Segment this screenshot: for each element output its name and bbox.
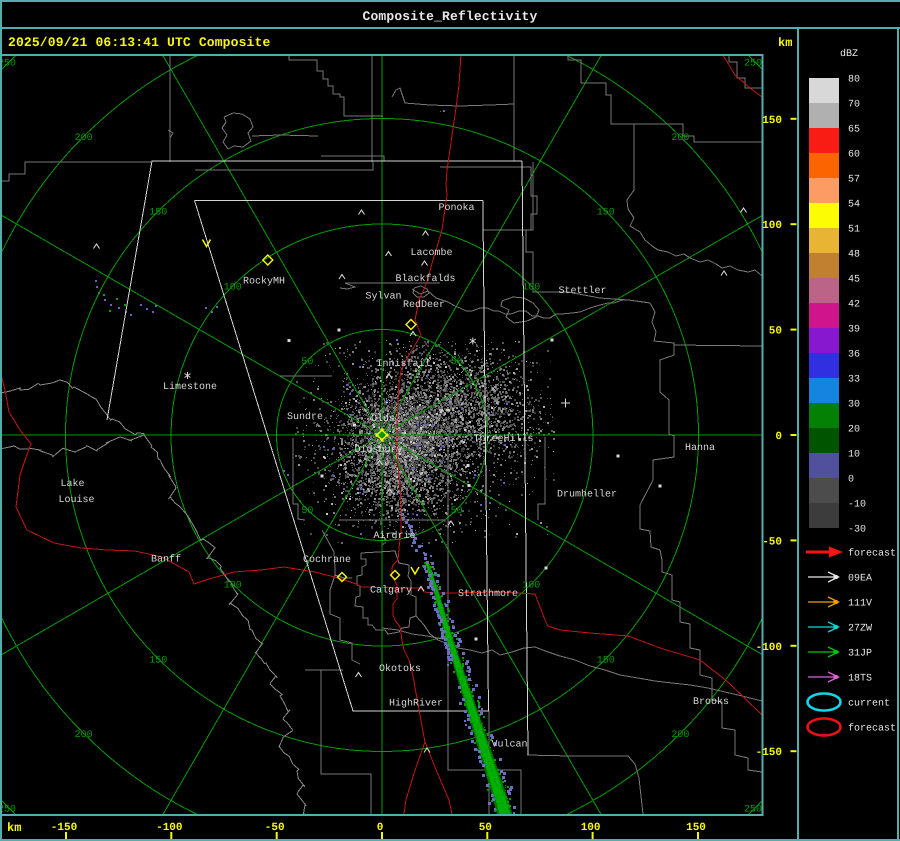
svg-text:50: 50 [769, 326, 782, 338]
svg-text:Stettler: Stettler [559, 285, 607, 297]
svg-text:km: km [7, 821, 21, 835]
svg-text:Okotoks: Okotoks [379, 663, 421, 675]
svg-text:Strathmore: Strathmore [458, 588, 518, 600]
svg-text:111V: 111V [848, 599, 872, 610]
svg-text:Didsbury: Didsbury [355, 444, 403, 456]
svg-text:50: 50 [479, 822, 492, 834]
svg-text:10: 10 [848, 450, 860, 461]
svg-text:200: 200 [671, 730, 689, 741]
svg-text:100: 100 [522, 282, 540, 293]
svg-text:RedDeer: RedDeer [403, 299, 445, 311]
svg-text:Ponoka: Ponoka [439, 202, 475, 214]
svg-text:150: 150 [597, 208, 615, 219]
svg-text:57: 57 [848, 175, 860, 186]
svg-text:Olds: Olds [371, 413, 395, 425]
svg-text:60: 60 [848, 150, 860, 161]
svg-text:Brooks: Brooks [693, 696, 729, 708]
svg-text:70: 70 [848, 100, 860, 111]
svg-text:150: 150 [762, 115, 782, 127]
svg-text:RockyMH: RockyMH [243, 276, 285, 288]
svg-text:250: 250 [0, 59, 16, 70]
svg-text:200: 200 [671, 133, 689, 144]
svg-text:Drumheller: Drumheller [557, 489, 617, 501]
svg-text:Composite_Reflectivity: Composite_Reflectivity [363, 9, 538, 24]
svg-text:250: 250 [0, 805, 16, 816]
svg-text:31JP: 31JP [848, 649, 872, 660]
svg-text:-150: -150 [756, 747, 782, 759]
svg-text:36: 36 [848, 350, 860, 361]
svg-text:Louise: Louise [59, 494, 95, 506]
svg-text:48: 48 [848, 250, 860, 261]
svg-text:150: 150 [686, 822, 706, 834]
svg-text:Limestone: Limestone [163, 381, 217, 393]
svg-text:current: current [848, 699, 890, 710]
svg-text:27ZW: 27ZW [848, 624, 872, 635]
svg-text:-50: -50 [762, 536, 782, 548]
svg-text:100: 100 [581, 822, 601, 834]
svg-text:2025/09/21 06:13:41 UTC Compos: 2025/09/21 06:13:41 UTC Composite [8, 35, 270, 50]
svg-text:Blackfalds: Blackfalds [396, 273, 456, 285]
svg-text:Vulcan: Vulcan [492, 739, 528, 751]
svg-text:80: 80 [848, 75, 860, 86]
svg-text:33: 33 [848, 375, 860, 386]
svg-text:50: 50 [301, 357, 313, 368]
svg-text:Airdrie: Airdrie [374, 530, 416, 542]
svg-text:150: 150 [597, 655, 615, 666]
svg-text:-10: -10 [848, 500, 866, 511]
svg-text:50: 50 [451, 357, 463, 368]
svg-text:Sylvan: Sylvan [366, 291, 402, 303]
svg-text:42: 42 [848, 300, 860, 311]
svg-text:Calgary: Calgary [370, 585, 412, 597]
svg-text:65: 65 [848, 125, 860, 136]
svg-text:100: 100 [762, 220, 782, 232]
svg-text:0: 0 [775, 431, 782, 443]
svg-text:forecast: forecast [848, 723, 896, 735]
svg-text:Banff: Banff [151, 554, 181, 566]
svg-text:Hanna: Hanna [685, 443, 715, 454]
svg-text:30: 30 [848, 400, 860, 411]
svg-text:150: 150 [149, 208, 167, 219]
svg-text:100: 100 [224, 282, 242, 293]
svg-text:-100: -100 [156, 822, 182, 834]
svg-text:45: 45 [848, 275, 860, 286]
svg-text:Lacombe: Lacombe [411, 247, 453, 259]
svg-text:ThreeHills: ThreeHills [474, 433, 534, 445]
svg-text:100: 100 [522, 581, 540, 592]
svg-text:-100: -100 [756, 642, 782, 654]
svg-text:Sundre: Sundre [287, 411, 323, 423]
svg-text:54: 54 [848, 200, 860, 211]
svg-text:-50: -50 [265, 822, 285, 834]
svg-text:-150: -150 [51, 822, 77, 834]
svg-text:250: 250 [744, 805, 762, 816]
svg-text:50: 50 [301, 506, 313, 517]
svg-text:200: 200 [75, 133, 93, 144]
svg-text:forecast: forecast [848, 548, 896, 560]
svg-text:Cochrane: Cochrane [303, 554, 351, 566]
svg-text:50: 50 [451, 506, 463, 517]
svg-text:09EA: 09EA [848, 574, 872, 585]
svg-text:HighRiver: HighRiver [389, 698, 443, 710]
svg-text:dBZ: dBZ [840, 48, 858, 60]
svg-text:200: 200 [75, 730, 93, 741]
svg-text:-30: -30 [848, 525, 866, 536]
svg-text:18TS: 18TS [848, 674, 872, 685]
svg-text:250: 250 [744, 59, 762, 70]
svg-text:51: 51 [848, 225, 860, 236]
svg-text:150: 150 [149, 655, 167, 666]
svg-text:0: 0 [848, 475, 854, 486]
svg-text:20: 20 [848, 425, 860, 436]
svg-text:km: km [778, 36, 792, 50]
svg-text:39: 39 [848, 325, 860, 336]
svg-text:Lake: Lake [61, 478, 85, 490]
svg-text:100: 100 [224, 581, 242, 592]
svg-text:Innisfail: Innisfail [377, 358, 431, 370]
